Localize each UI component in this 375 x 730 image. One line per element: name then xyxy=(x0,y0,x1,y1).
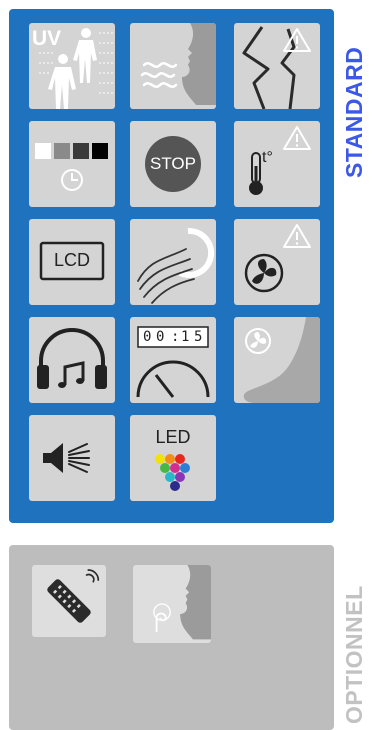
timer-colon: : xyxy=(171,329,180,345)
lcd-tile[interactable]: LCD xyxy=(29,219,115,305)
uv-body-tile[interactable]: UV xyxy=(29,23,115,109)
remote-control-icon xyxy=(47,569,100,623)
speaker-tile[interactable] xyxy=(29,415,115,501)
stop-tile[interactable]: STOP xyxy=(130,121,216,207)
face-aroma-icon xyxy=(153,565,211,640)
color-timer-tile[interactable] xyxy=(29,121,115,207)
foot-fan-icon xyxy=(243,317,320,403)
face-breeze-tile[interactable] xyxy=(130,23,216,109)
fan-warning-tile[interactable] xyxy=(234,219,320,305)
temperature-label: t° xyxy=(262,149,273,166)
temperature-warning-tile[interactable]: t° xyxy=(234,121,320,207)
led-label: LED xyxy=(155,427,191,447)
optional-title: OPTIONNEL xyxy=(341,585,367,724)
air-flow-icon xyxy=(137,227,215,304)
stop-label: STOP xyxy=(150,154,196,173)
thermometer-icon xyxy=(249,126,311,195)
timer-digit-2: 0 xyxy=(156,329,165,345)
led-tile[interactable]: LED xyxy=(130,415,216,501)
face-aroma-tile[interactable] xyxy=(133,565,211,643)
timer-gauge-tile[interactable]: 0 0 : 1 5 xyxy=(130,317,216,403)
timer-digit-4: 5 xyxy=(194,329,203,345)
crack-warning-icon xyxy=(242,26,311,109)
speaker-icon xyxy=(43,443,90,473)
fan-icon xyxy=(244,224,311,293)
foot-fan-tile[interactable] xyxy=(234,317,320,403)
timer-digit-1: 0 xyxy=(143,329,152,345)
headphones-music-icon xyxy=(37,328,107,389)
face-breeze-icon xyxy=(140,23,216,105)
standard-title: STANDARD xyxy=(341,46,367,178)
crack-warning-tile[interactable] xyxy=(234,23,320,109)
uv-label: UV xyxy=(32,27,62,50)
timer-digit-3: 1 xyxy=(181,329,190,345)
remote-control-tile[interactable] xyxy=(32,565,106,637)
air-flow-tile[interactable] xyxy=(130,219,216,305)
headphones-music-tile[interactable] xyxy=(29,317,115,403)
lcd-label: LCD xyxy=(53,250,90,270)
color-timer-icon xyxy=(35,143,108,191)
